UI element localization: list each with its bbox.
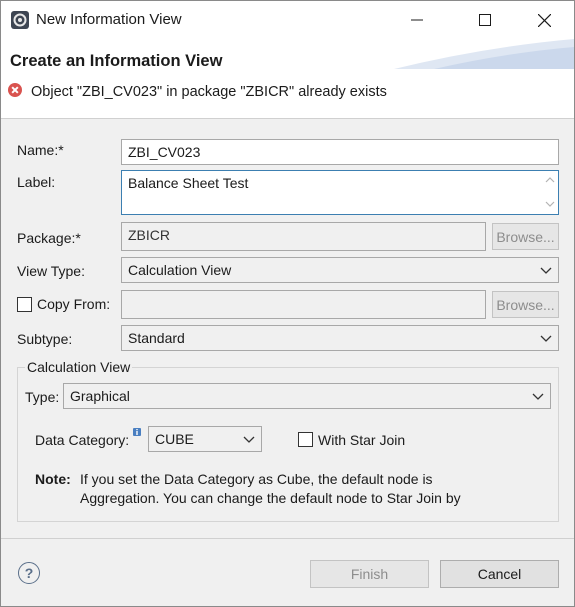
label-label: Label: [17,174,56,190]
close-button[interactable] [521,1,567,39]
page-title: Create an Information View [10,52,223,70]
package-browse-button[interactable]: Browse... [492,223,559,250]
label-textarea-value: Balance Sheet Test [128,175,249,191]
type-label: Type: [25,389,60,405]
error-icon [8,83,22,97]
package-label: Package:* [17,230,81,246]
subtype-select[interactable]: Standard [121,325,559,351]
minimize-button[interactable] [394,1,440,39]
minimize-icon [411,19,423,21]
chevron-down-icon [540,267,552,274]
type-select[interactable]: Graphical [63,383,551,409]
chevron-down-icon [532,393,544,400]
copy-from-checkbox[interactable] [17,297,32,312]
data-category-select[interactable]: CUBE [148,426,262,452]
with-star-join-checkbox[interactable] [298,432,313,447]
header-banner-graphic [394,39,574,69]
data-category-label: Data Category: [35,432,130,448]
wizard-header: Create an Information View Object "ZBI_C… [1,39,574,119]
subtype-label: Subtype: [17,331,73,347]
data-category-value: CUBE [155,431,194,447]
window-title: New Information View [36,11,182,28]
calculation-view-group-title: Calculation View [25,359,133,375]
copy-from-browse-button[interactable]: Browse... [492,291,559,318]
subtype-value: Standard [128,330,185,346]
view-type-select[interactable]: Calculation View [121,257,559,283]
type-value: Graphical [70,388,130,404]
finish-button[interactable]: Finish [310,560,429,588]
note-text-line-2: Aggregation. You can change the default … [80,490,461,506]
chevron-down-icon [243,436,255,443]
help-icon[interactable]: ? [18,562,40,584]
maximize-icon [479,14,491,26]
with-star-join-label: With Star Join [318,432,406,448]
copy-from-field[interactable] [121,290,486,319]
copy-from-label: Copy From: [37,296,111,312]
note-label: Note: [35,471,71,487]
view-type-value: Calculation View [128,262,232,278]
dialog-window: New Information View Create an Informati… [0,0,575,607]
close-icon [537,13,551,27]
title-bar: New Information View [1,1,574,39]
maximize-button[interactable] [462,1,508,39]
view-type-label: View Type: [17,263,85,279]
name-label: Name:* [17,142,64,158]
app-icon [11,11,29,29]
package-field[interactable]: ZBICR [121,222,486,251]
cancel-button[interactable]: Cancel [440,560,559,588]
error-message: Object "ZBI_CV023" in package "ZBICR" al… [31,84,387,100]
info-icon [133,428,141,436]
name-field[interactable]: ZBI_CV023 [121,139,559,165]
label-textarea[interactable]: Balance Sheet Test [121,170,559,215]
chevron-down-icon [540,335,552,342]
footer-separator [1,538,574,539]
note-text-line-1: If you set the Data Category as Cube, th… [80,471,433,487]
textarea-scroll-arrows[interactable] [544,174,556,210]
